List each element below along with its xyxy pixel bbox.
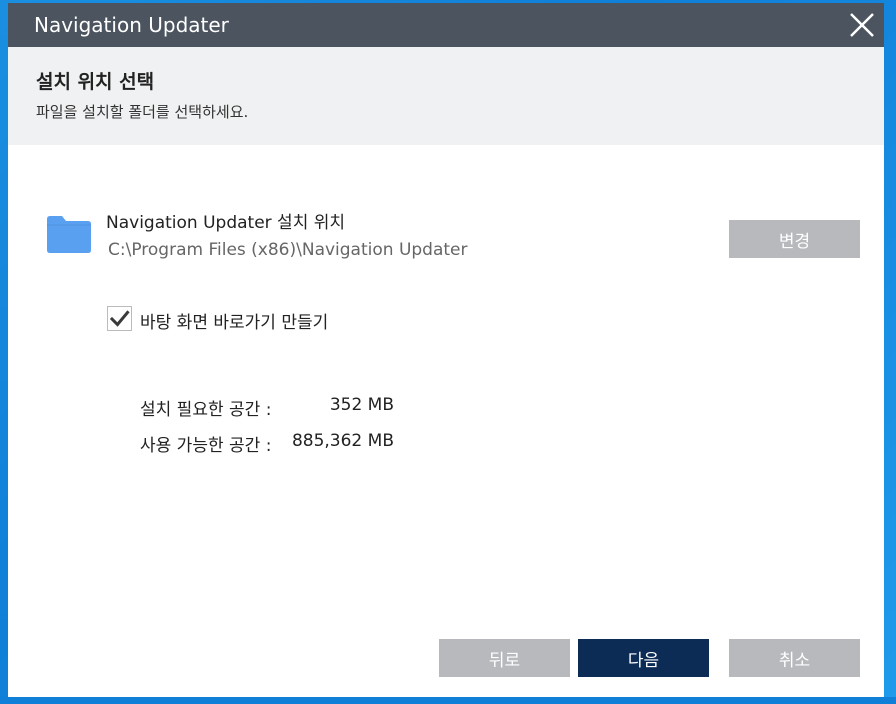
install-location-label: Navigation Updater 설치 위치 bbox=[106, 213, 346, 233]
page-subtitle: 파일을 설치할 폴더를 선택하세요. bbox=[36, 103, 249, 121]
available-space-label: 사용 가능한 공간 : bbox=[140, 436, 272, 456]
page-title: 설치 위치 선택 bbox=[36, 71, 155, 93]
installer-dialog: Navigation Updater 설치 위치 선택 파일을 설치할 폴더를 … bbox=[8, 3, 884, 697]
page-header: 설치 위치 선택 파일을 설치할 폴더를 선택하세요. bbox=[8, 47, 884, 145]
next-button[interactable]: 다음 bbox=[578, 639, 709, 677]
close-icon bbox=[850, 13, 874, 37]
back-button[interactable]: 뒤로 bbox=[439, 639, 570, 677]
cancel-button[interactable]: 취소 bbox=[729, 639, 860, 677]
folder-icon bbox=[47, 216, 91, 253]
title-bar: Navigation Updater bbox=[8, 3, 884, 47]
desktop-shortcut-label: 바탕 화면 바로가기 만들기 bbox=[140, 313, 329, 333]
change-button[interactable]: 변경 bbox=[729, 220, 860, 258]
desktop-background bbox=[0, 697, 896, 704]
window-title: Navigation Updater bbox=[34, 13, 229, 37]
close-button[interactable] bbox=[840, 3, 884, 47]
desktop-shortcut-checkbox[interactable] bbox=[107, 306, 132, 331]
required-space-value: 352 MB bbox=[329, 395, 394, 415]
install-path: C:\Program Files (x86)\Navigation Update… bbox=[108, 240, 468, 260]
checkmark-icon bbox=[109, 310, 130, 327]
available-space-value: 885,362 MB bbox=[291, 431, 394, 451]
required-space-label: 설치 필요한 공간 : bbox=[140, 400, 272, 420]
